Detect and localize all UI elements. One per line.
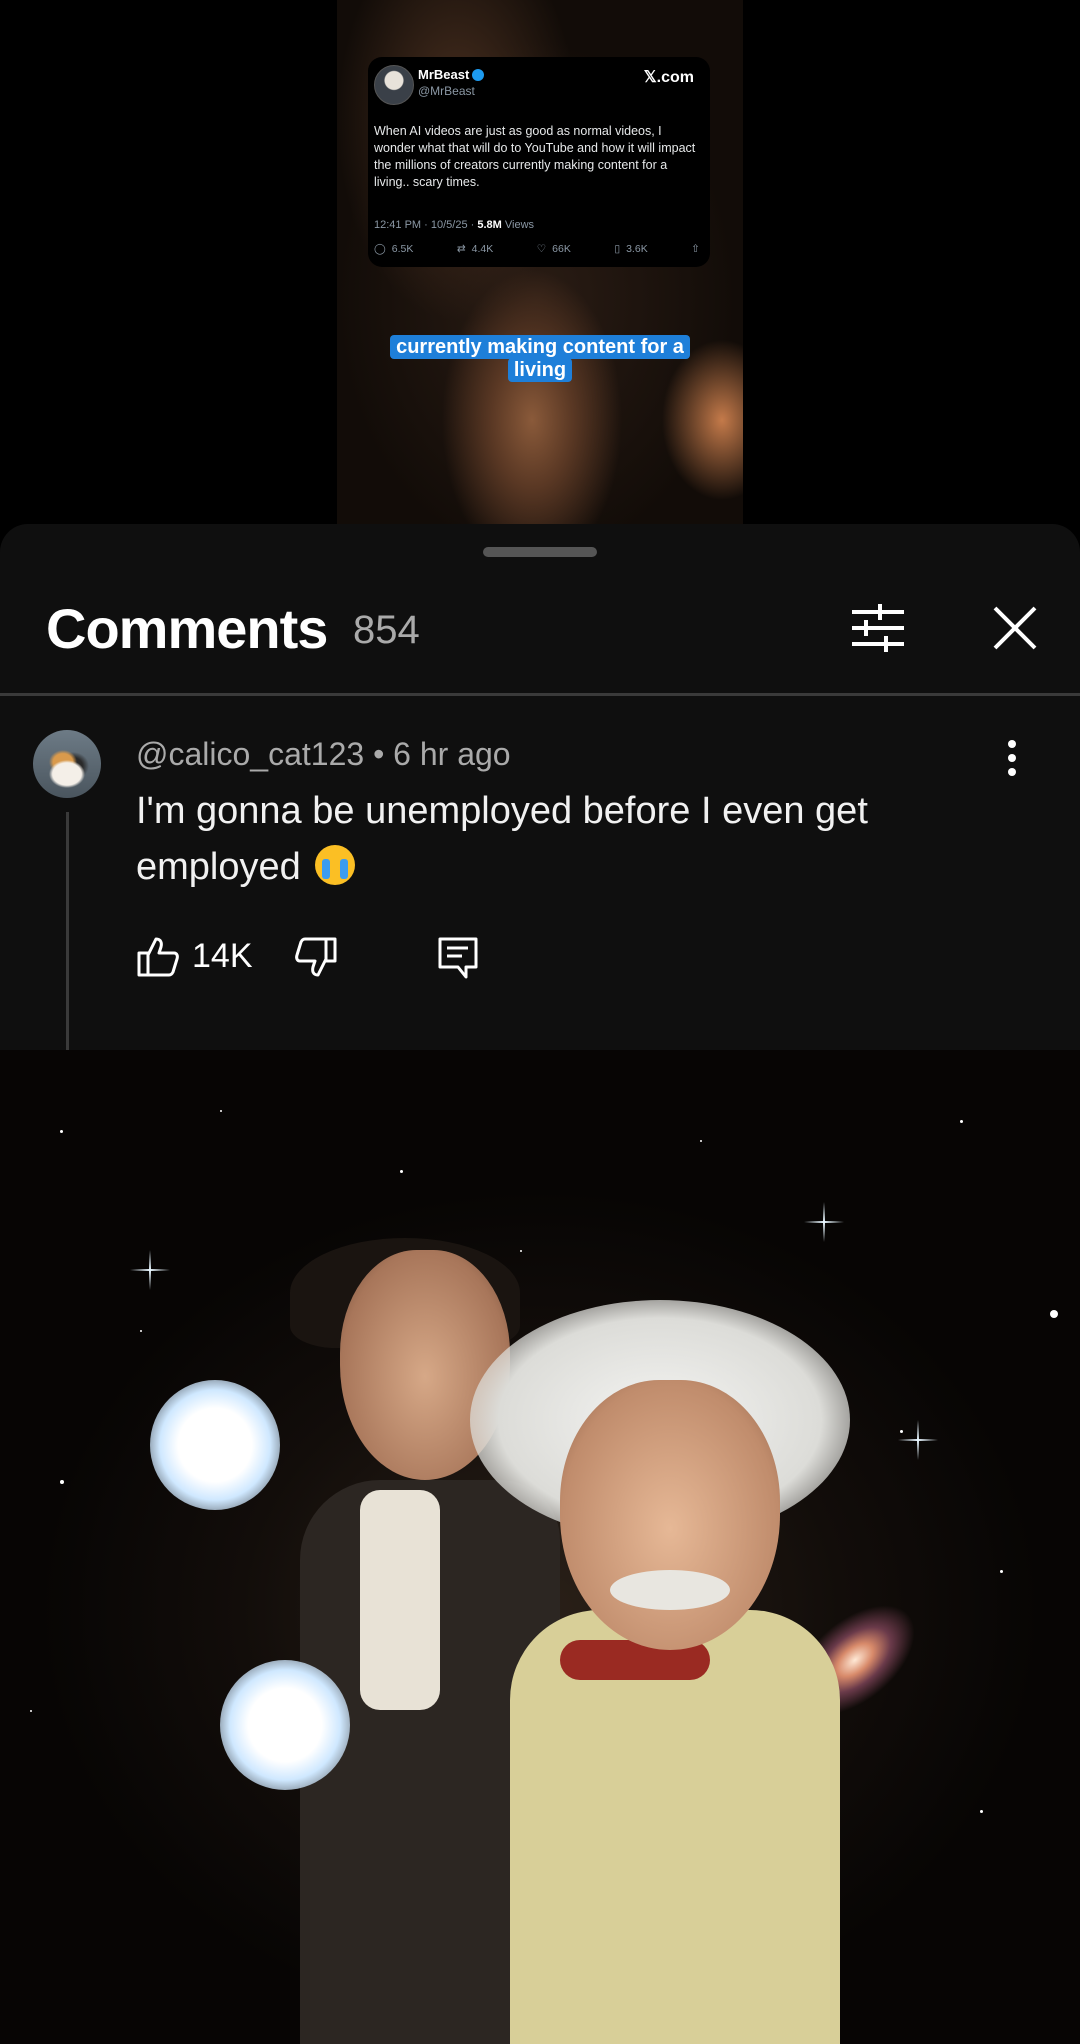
tweet-likes: ♡ 66K <box>536 243 571 255</box>
tweet-meta: 12:41 PM · 10/5/25 · 5.8M Views <box>374 219 535 231</box>
tweet-avatar <box>374 65 414 105</box>
verified-badge-icon <box>472 68 485 81</box>
crying-emoji-icon <box>315 845 356 885</box>
tweet-actions: ◯ 6.5K ⇄ 4.4K ♡ 66K ▯ 3.6K ⇧ <box>374 243 706 255</box>
reply-button[interactable] <box>436 935 480 979</box>
reply-icon <box>438 937 478 979</box>
video-caption: currently making content for a living <box>373 335 707 382</box>
comment-author[interactable]: @calico_cat123 <box>136 736 364 772</box>
sort-filter-button[interactable] <box>846 596 910 660</box>
comments-count: 854 <box>353 608 420 652</box>
filter-icon <box>852 604 904 652</box>
video-player[interactable]: MrBeast @MrBeast 𝕏.com When AI videos ar… <box>0 0 1080 530</box>
thumb-up-icon <box>137 937 179 977</box>
tweet-share: ⇧ <box>691 243 706 255</box>
comments-sheet: Comments 854 @calico_cat123 • 6 hr ago I… <box>0 524 1080 1050</box>
close-button[interactable] <box>983 596 1047 660</box>
comment-age: 6 hr ago <box>393 736 511 772</box>
tweet-bookmarks: ▯ 3.6K <box>614 243 648 255</box>
comments-title: Comments <box>46 597 328 660</box>
reply-bubble-icon: ◯ <box>374 243 386 255</box>
thumb-down-icon <box>295 937 337 977</box>
tweet-site: 𝕏.com <box>643 69 694 86</box>
like-count: 14K <box>192 937 253 975</box>
comment-text: I'm gonna be unemployed before I even ge… <box>136 790 868 888</box>
tweet-replies: ◯ 6.5K <box>374 243 414 255</box>
sheet-drag-handle[interactable] <box>483 547 597 557</box>
like-button[interactable] <box>136 935 180 979</box>
comment-more-button[interactable] <box>994 734 1030 790</box>
video-frame: MrBeast @MrBeast 𝕏.com When AI videos ar… <box>337 0 743 530</box>
close-icon <box>993 606 1037 650</box>
comment-avatar[interactable] <box>33 730 101 798</box>
tweet-author-name: MrBeast <box>418 67 485 82</box>
tweet-reposts: ⇄ 4.4K <box>456 243 494 255</box>
tweet-handle: @MrBeast <box>418 84 475 98</box>
bookmark-icon: ▯ <box>614 243 621 255</box>
tweet-body: When AI videos are just as good as norma… <box>374 124 696 189</box>
comment-meta: @calico_cat123 • 6 hr ago <box>136 736 511 772</box>
share-icon: ⇧ <box>691 243 700 255</box>
dislike-button[interactable] <box>294 935 338 979</box>
more-vert-icon <box>994 740 1030 776</box>
sheet-divider <box>0 693 1080 696</box>
thread-line <box>66 812 69 1050</box>
repost-icon: ⇄ <box>456 243 466 255</box>
heart-icon: ♡ <box>536 243 547 255</box>
comment-image-tesla-einstein <box>0 1050 1080 2044</box>
tweet-card: MrBeast @MrBeast 𝕏.com When AI videos ar… <box>368 57 710 267</box>
